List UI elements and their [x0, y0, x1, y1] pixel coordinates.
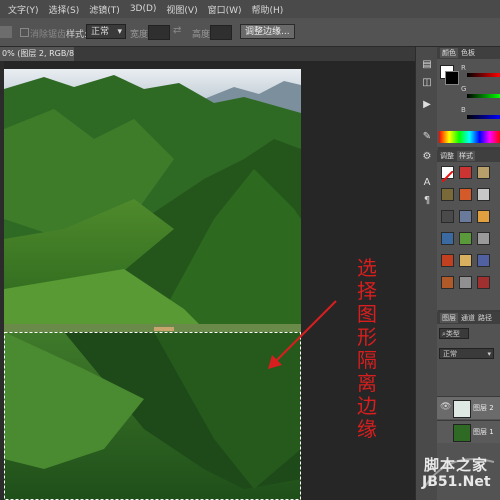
canvas-area[interactable]: 选 择 图 形 隔 离 边 缘: [4, 61, 415, 500]
style-swatch[interactable]: [477, 188, 490, 201]
height-field[interactable]: [210, 25, 232, 40]
paragraph-icon[interactable]: ¶: [420, 195, 434, 207]
tab-channels[interactable]: 通道: [461, 313, 475, 323]
document-tab[interactable]: 0% (图层 2, RGB/8#) *: [0, 47, 74, 61]
style-swatch[interactable]: [459, 276, 472, 289]
annotation-char: 缘: [357, 417, 377, 441]
channel-g-slider[interactable]: [467, 94, 500, 98]
tab-styles[interactable]: 样式: [457, 151, 475, 161]
style-swatch[interactable]: [441, 188, 454, 201]
menu-window[interactable]: 窗口(W): [208, 3, 242, 16]
annotation-char: 隔: [357, 348, 377, 372]
style-swatch[interactable]: [441, 276, 454, 289]
tab-layers[interactable]: 图层: [440, 313, 458, 323]
watermark-line1: 脚本之家: [424, 456, 489, 474]
style-swatch[interactable]: [477, 166, 490, 179]
style-swatch[interactable]: [459, 254, 472, 267]
annotation-char: 形: [357, 325, 377, 349]
width-field[interactable]: [148, 25, 170, 40]
menu-type[interactable]: 文字(Y): [8, 3, 39, 16]
layer-name[interactable]: 图层 2: [473, 403, 494, 413]
style-value: 正常: [91, 27, 110, 37]
chevron-down-icon: ▾: [487, 350, 491, 358]
document-tab-bar: 0% (图层 2, RGB/8#) *: [0, 47, 415, 61]
color-panel: 颜色 色板 R G B: [437, 47, 500, 147]
tool-preset-picker[interactable]: [0, 26, 12, 38]
collapsed-panel-strip: ▤ ◫ ▶ ✎ ⚙ A ¶: [415, 47, 438, 500]
chevron-down-icon: ▾: [117, 27, 122, 37]
color-panel-tabs: 颜色 色板: [437, 47, 500, 59]
style-label: 样式:: [66, 30, 88, 40]
styles-panel: 调整 样式: [437, 150, 500, 310]
layer-thumbnail: [453, 424, 471, 442]
refine-edge-button[interactable]: 调整边缘...: [240, 24, 295, 39]
landscape-photo: [4, 69, 301, 500]
blend-mode-value: 正常: [443, 350, 457, 358]
antialias-checkbox[interactable]: [20, 28, 29, 37]
properties-icon[interactable]: ◫: [420, 77, 434, 89]
style-swatch[interactable]: [477, 232, 490, 245]
channel-r-slider[interactable]: [467, 73, 500, 77]
channel-b-slider[interactable]: [467, 115, 500, 119]
annotation-char: 选: [357, 256, 377, 280]
antialias-label: 消除锯齿: [30, 30, 67, 40]
actions-icon[interactable]: ▶: [420, 99, 434, 111]
tab-adjustments[interactable]: 调整: [440, 151, 454, 161]
style-swatch[interactable]: [459, 210, 472, 223]
menu-filter[interactable]: 滤镜(T): [89, 3, 120, 16]
style-swatch[interactable]: [441, 254, 454, 267]
options-bar: 消除锯齿 样式: 正常 ▾ 宽度: ⇄ 高度: 调整边缘...: [0, 18, 500, 47]
annotation-char: 离: [357, 371, 377, 395]
layer-kind-filter[interactable]: ⌕类型: [439, 328, 469, 339]
layer-name[interactable]: 图层 1: [473, 427, 494, 437]
color-spectrum[interactable]: [439, 131, 500, 143]
visibility-eye-icon[interactable]: 👁: [440, 402, 451, 412]
menu-bar: 文字(Y) 选择(S) 滤镜(T) 3D(D) 视图(V) 窗口(W) 帮助(H…: [0, 0, 500, 18]
style-swatch[interactable]: [441, 232, 454, 245]
style-none-swatch[interactable]: [441, 166, 454, 183]
style-select[interactable]: 正常 ▾: [86, 24, 126, 39]
background-color-swatch[interactable]: [445, 71, 459, 85]
tab-paths[interactable]: 路径: [478, 313, 492, 323]
style-swatch[interactable]: [441, 210, 454, 223]
style-swatch[interactable]: [459, 166, 472, 179]
tab-color[interactable]: 颜色: [440, 48, 458, 58]
channel-g-label: G: [461, 85, 467, 93]
character-icon[interactable]: A: [420, 177, 434, 189]
channel-b-label: B: [461, 106, 466, 114]
layer-kind-value: 类型: [445, 330, 460, 338]
annotation-char: 边: [357, 394, 377, 418]
menu-view[interactable]: 视图(V): [166, 3, 197, 16]
layers-panel-tabs: 图层 通道 路径: [437, 312, 500, 324]
menu-3d[interactable]: 3D(D): [130, 4, 157, 14]
blend-mode-select[interactable]: 正常 ▾: [439, 348, 494, 359]
tab-swatches[interactable]: 色板: [461, 48, 475, 58]
style-swatch[interactable]: [459, 188, 472, 201]
history-icon[interactable]: ▤: [420, 59, 434, 71]
styles-panel-tabs: 调整 样式: [437, 150, 500, 162]
swap-icon[interactable]: ⇄: [173, 25, 181, 36]
brush-icon[interactable]: ✎: [420, 131, 434, 143]
annotation-text: 选 择 图 形 隔 离 边 缘: [352, 257, 382, 441]
layer-row[interactable]: 图层 1: [437, 420, 500, 443]
menu-help[interactable]: 帮助(H): [252, 3, 284, 16]
watermark: 脚本之家 JB51.Net: [418, 448, 500, 500]
menu-select[interactable]: 选择(S): [49, 3, 80, 16]
clone-icon[interactable]: ⚙: [420, 151, 434, 163]
annotation-char: 图: [357, 302, 377, 326]
style-swatch[interactable]: [477, 210, 490, 223]
style-swatch[interactable]: [459, 232, 472, 245]
channel-r-label: R: [461, 64, 466, 72]
layer-thumbnail: [453, 400, 471, 418]
watermark-line2: JB51.Net: [422, 474, 491, 490]
layer-row[interactable]: 👁 图层 2: [437, 396, 500, 419]
style-swatch[interactable]: [477, 276, 490, 289]
arrow-icon: [268, 300, 337, 369]
style-swatch[interactable]: [477, 254, 490, 267]
annotation-char: 择: [357, 279, 377, 303]
